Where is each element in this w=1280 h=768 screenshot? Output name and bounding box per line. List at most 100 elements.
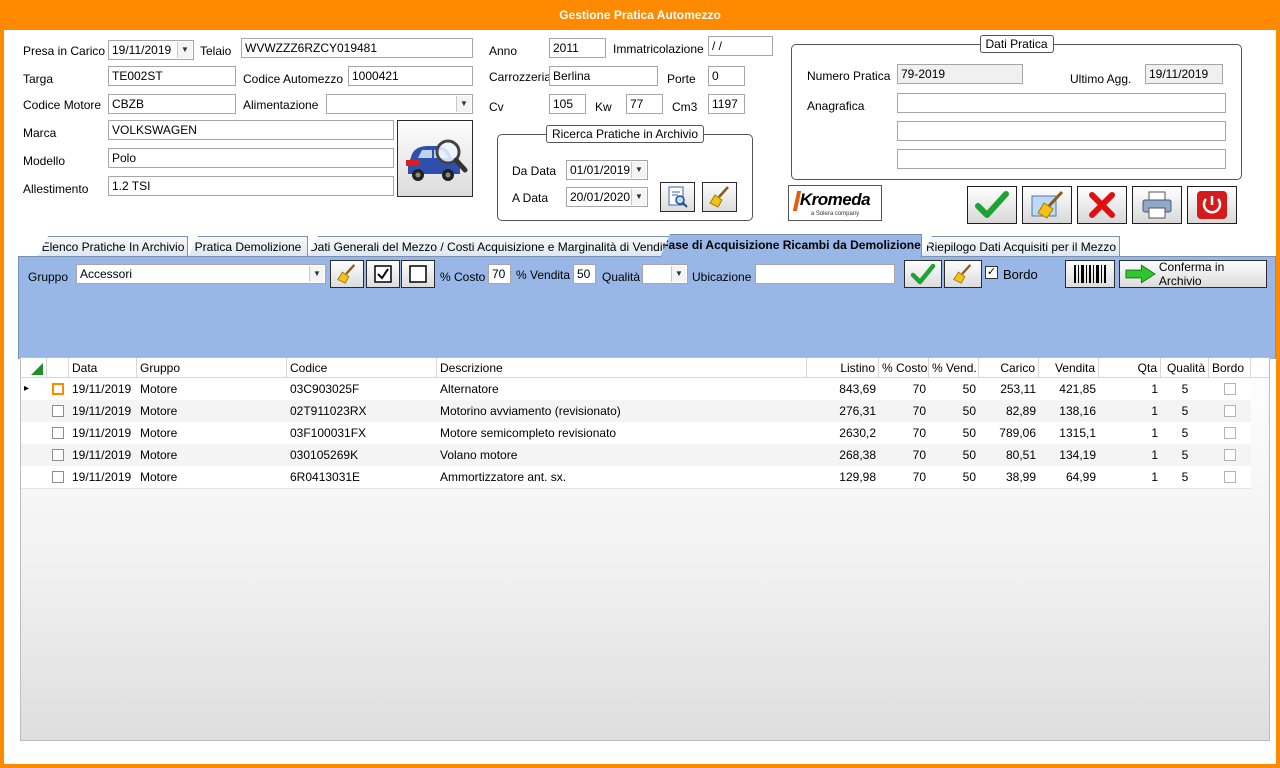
delete-button[interactable] bbox=[1077, 186, 1127, 224]
print-button[interactable] bbox=[1132, 186, 1182, 224]
modello-label: Modello bbox=[23, 154, 66, 168]
carrozzeria-field[interactable]: Berlina bbox=[549, 66, 658, 86]
targa-field[interactable]: TE002ST bbox=[108, 66, 236, 86]
grid-header-vendita[interactable]: Vendita bbox=[1039, 358, 1099, 378]
clear-filter-button[interactable] bbox=[944, 260, 982, 288]
marca-field[interactable]: VOLKSWAGEN bbox=[108, 120, 394, 140]
row-select-checkbox[interactable] bbox=[52, 427, 64, 439]
grid-header-bordo[interactable]: Bordo bbox=[1209, 358, 1251, 378]
cell-descrizione: Motore semicompleto revisionato bbox=[440, 426, 617, 440]
ubicazione-field[interactable] bbox=[755, 264, 895, 284]
chevron-down-icon[interactable]: ▼ bbox=[631, 189, 646, 205]
anagrafica-line-3[interactable] bbox=[897, 149, 1226, 169]
anno-field[interactable]: 2011 bbox=[549, 38, 606, 58]
row-indicator[interactable] bbox=[21, 422, 47, 444]
grid-header-costo[interactable]: % Costo bbox=[879, 358, 929, 378]
grid-header-codice[interactable]: Codice bbox=[287, 358, 437, 378]
bordo-checkbox[interactable]: ✓ bbox=[985, 266, 998, 279]
da-data-picker[interactable]: 01/01/2019 ▼ bbox=[566, 160, 648, 180]
row-select-checkbox[interactable] bbox=[52, 383, 64, 395]
select-all-button[interactable] bbox=[366, 260, 400, 288]
row-select-checkbox[interactable] bbox=[52, 471, 64, 483]
clean-form-button[interactable] bbox=[1022, 186, 1072, 224]
cell-listino: 843,69 bbox=[839, 382, 876, 396]
table-row[interactable]: 19/11/2019 Motore 03F100031FX Motore semico… bbox=[21, 422, 1251, 445]
apply-filter-button[interactable] bbox=[904, 260, 942, 288]
grid-header-descrizione[interactable]: Descrizione bbox=[437, 358, 807, 378]
search-archive-button[interactable] bbox=[660, 182, 695, 212]
costo-field[interactable]: 70 bbox=[488, 264, 511, 284]
grid-header-listino[interactable]: Listino bbox=[807, 358, 879, 378]
table-row[interactable]: 19/11/2019 Motore 02T911023RX Motorino avvi… bbox=[21, 400, 1251, 423]
cell-qta: 1 bbox=[1151, 426, 1158, 440]
cell-gruppo: Motore bbox=[140, 448, 178, 462]
vendita-field[interactable]: 50 bbox=[573, 264, 596, 284]
chevron-down-icon[interactable]: ▼ bbox=[671, 266, 686, 282]
ultimo-agg-label: Ultimo Agg. bbox=[1070, 72, 1132, 86]
tab-riepilogo-dati[interactable]: Riepilogo Dati Acquisiti per il Mezzo bbox=[922, 236, 1120, 257]
tab-fase-acquisizione[interactable]: Fase di Acquisizione Ricambi da Demolizi… bbox=[660, 234, 922, 258]
grid-header-carico[interactable]: Carico bbox=[979, 358, 1039, 378]
chevron-down-icon[interactable]: ▼ bbox=[177, 42, 192, 58]
grid-header-qta[interactable]: Qta bbox=[1099, 358, 1161, 378]
bordo-label: Bordo bbox=[1003, 267, 1038, 282]
tab-dati-generali[interactable]: Dati Generali del Mezzo / Costi Acquisiz… bbox=[308, 236, 670, 257]
cell-carico: 789,06 bbox=[999, 426, 1036, 440]
qualita-label: Qualità bbox=[602, 270, 641, 284]
anagrafica-line-2[interactable] bbox=[897, 121, 1226, 141]
row-indicator[interactable]: ▸ bbox=[21, 378, 47, 400]
conferma-archivio-button[interactable]: Conferma in Archivio bbox=[1119, 260, 1267, 288]
porte-field[interactable]: 0 bbox=[708, 66, 745, 86]
qualita-select[interactable]: ▼ bbox=[642, 264, 688, 284]
anagrafica-line-1[interactable] bbox=[897, 93, 1226, 113]
porte-label: Porte bbox=[667, 72, 696, 86]
row-indicator[interactable] bbox=[21, 400, 47, 422]
modello-field[interactable]: Polo bbox=[108, 148, 394, 168]
exit-button[interactable] bbox=[1187, 186, 1237, 224]
kw-field[interactable]: 77 bbox=[626, 94, 663, 114]
row-bordo-checkbox[interactable] bbox=[1224, 427, 1236, 439]
telaio-field[interactable]: WVWZZZ6RZCY019481 bbox=[241, 38, 473, 58]
confirm-button[interactable] bbox=[967, 186, 1017, 224]
row-select-checkbox[interactable] bbox=[52, 449, 64, 461]
grid-header-data[interactable]: Data bbox=[69, 358, 137, 378]
kw-label: Kw bbox=[595, 100, 612, 114]
chevron-down-icon[interactable]: ▼ bbox=[456, 96, 471, 112]
clear-gruppo-button[interactable] bbox=[330, 260, 364, 288]
presa-date-picker[interactable]: 19/11/2019 ▼ bbox=[108, 40, 194, 60]
row-bordo-checkbox[interactable] bbox=[1224, 405, 1236, 417]
table-row[interactable]: 19/11/2019 Motore 030105269K Volano motore 2… bbox=[21, 444, 1251, 467]
tab-elenco-pratiche[interactable]: Elenco Pratiche In Archivio bbox=[38, 236, 188, 257]
grid-header-qualita[interactable]: Qualità bbox=[1161, 358, 1209, 378]
targa-label: Targa bbox=[23, 72, 54, 86]
cell-carico: 82,89 bbox=[1005, 404, 1036, 418]
alimentazione-select[interactable]: ▼ bbox=[326, 94, 473, 114]
row-select-checkbox[interactable] bbox=[52, 405, 64, 417]
table-row[interactable]: ▸ 19/11/2019 Motore 03C903025F Alternatore 84… bbox=[21, 378, 1251, 401]
tab-pratica-demolizione[interactable]: Pratica Demolizione bbox=[188, 236, 308, 257]
cm3-field[interactable]: 1197 bbox=[708, 94, 745, 114]
car-search-button[interactable] bbox=[397, 120, 473, 197]
row-indicator[interactable] bbox=[21, 444, 47, 466]
grid-header-vend[interactable]: % Vend. bbox=[929, 358, 979, 378]
barcode-button[interactable] bbox=[1065, 260, 1115, 288]
chevron-down-icon[interactable]: ▼ bbox=[631, 162, 646, 178]
gruppo-select[interactable]: Accessori ▼ bbox=[76, 264, 326, 284]
codice-motore-field[interactable]: CBZB bbox=[108, 94, 236, 114]
table-row[interactable]: 19/11/2019 Motore 6R0413031E Ammortizzatore… bbox=[21, 466, 1251, 489]
cell-vendita: 1315,1 bbox=[1059, 426, 1096, 440]
row-bordo-checkbox[interactable] bbox=[1224, 449, 1236, 461]
row-bordo-checkbox[interactable] bbox=[1224, 383, 1236, 395]
row-bordo-checkbox[interactable] bbox=[1224, 471, 1236, 483]
kromeda-logo[interactable]: Kromeda a Solera company bbox=[788, 185, 882, 221]
row-indicator[interactable] bbox=[21, 466, 47, 488]
cv-field[interactable]: 105 bbox=[549, 94, 586, 114]
deselect-all-button[interactable] bbox=[401, 260, 435, 288]
clear-search-button[interactable] bbox=[702, 182, 737, 212]
immatricolazione-field[interactable]: / / bbox=[708, 36, 773, 56]
allestimento-field[interactable]: 1.2 TSI bbox=[108, 176, 394, 196]
grid-header-gruppo[interactable]: Gruppo bbox=[137, 358, 287, 378]
a-data-picker[interactable]: 20/01/2020 ▼ bbox=[566, 187, 648, 207]
chevron-down-icon[interactable]: ▼ bbox=[309, 266, 324, 282]
codice-automezzo-field[interactable]: 1000421 bbox=[348, 66, 473, 86]
